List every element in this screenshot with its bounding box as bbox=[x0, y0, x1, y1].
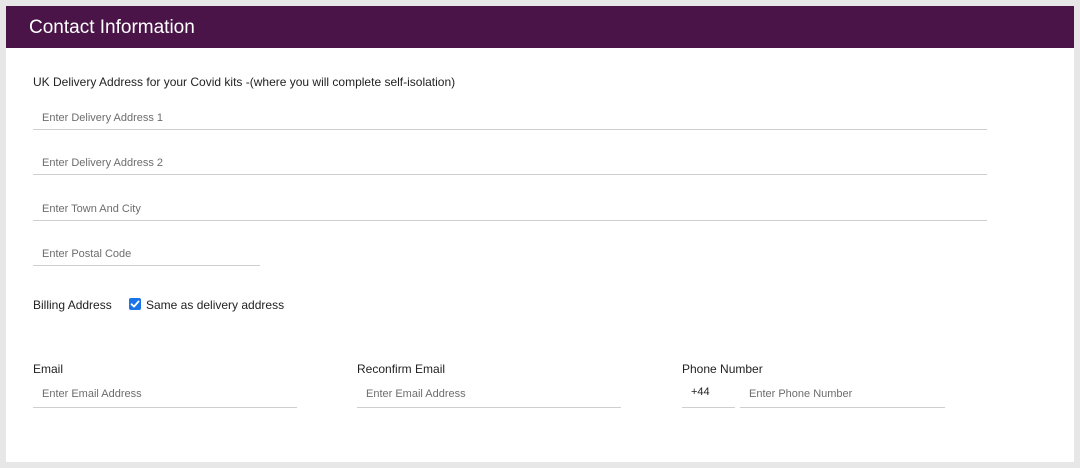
email-label: Email bbox=[33, 362, 64, 376]
phone-number-input[interactable] bbox=[740, 380, 945, 408]
contact-information-card: Contact Information UK Delivery Address … bbox=[6, 6, 1074, 462]
section-title: Contact Information bbox=[29, 17, 195, 38]
delivery-address-1-input[interactable] bbox=[33, 106, 987, 130]
reconfirm-email-input[interactable] bbox=[357, 380, 621, 408]
email-input[interactable] bbox=[33, 380, 297, 408]
town-city-input[interactable] bbox=[33, 197, 987, 221]
same-as-delivery-checkbox[interactable] bbox=[129, 298, 141, 310]
billing-address-label: Billing Address bbox=[33, 298, 112, 312]
reconfirm-email-label: Reconfirm Email bbox=[357, 362, 446, 376]
section-header: Contact Information bbox=[6, 6, 1074, 48]
delivery-address-2-input[interactable] bbox=[33, 151, 987, 175]
phone-number-label: Phone Number bbox=[682, 362, 763, 376]
phone-country-code[interactable]: +44 bbox=[682, 380, 735, 408]
delivery-address-intro: UK Delivery Address for your Covid kits … bbox=[33, 75, 456, 89]
postal-code-input[interactable] bbox=[33, 242, 260, 266]
checkmark-icon bbox=[130, 300, 140, 308]
same-as-delivery-label[interactable]: Same as delivery address bbox=[146, 298, 284, 312]
